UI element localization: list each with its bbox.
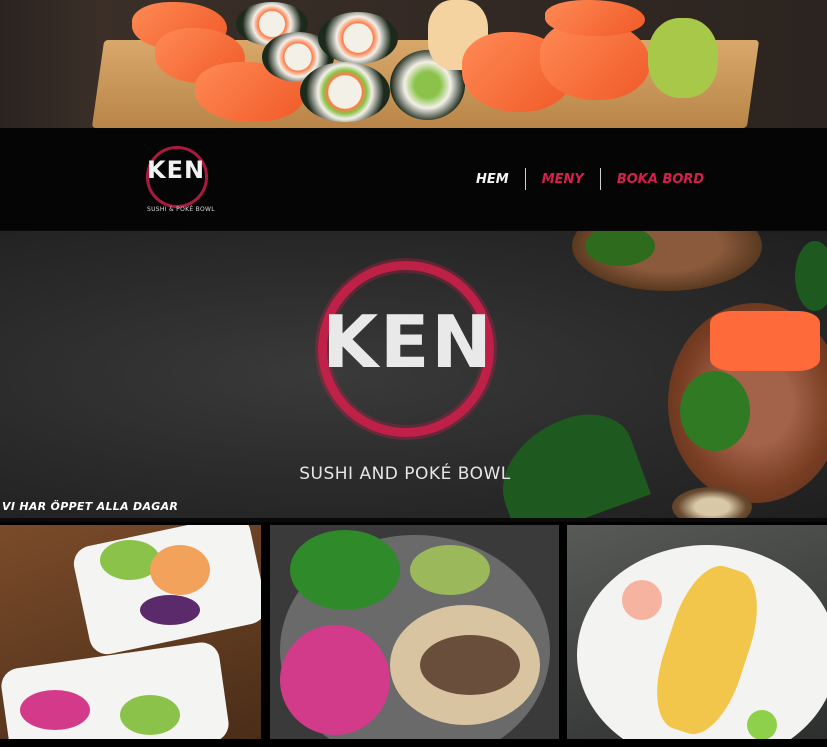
gallery-photo-poke-bowl: [270, 525, 559, 739]
logo-tagline: SUSHI & POKÉ BOWL: [147, 206, 215, 213]
sushi-banner-image: [0, 0, 827, 128]
gallery-photo-poke-boxes: [0, 525, 261, 739]
pickled-onion: [280, 625, 390, 735]
wasabi: [747, 710, 777, 739]
nav-item-boka-bord[interactable]: BOKA BORD: [601, 172, 720, 187]
maki-roll: [300, 62, 390, 122]
nav-item-hem[interactable]: HEM: [472, 172, 525, 187]
seaweed-salad: [290, 530, 400, 610]
salmon: [150, 545, 210, 595]
maki-roll: [318, 12, 398, 64]
hero-section: KEN SUSHI AND POKÉ BOWL: [0, 231, 827, 518]
red-cabbage: [140, 595, 200, 625]
ginger: [622, 580, 662, 620]
hero-logo-word: KEN: [322, 300, 494, 384]
sauce: [420, 635, 520, 695]
nigiri: [545, 0, 645, 36]
avocado: [410, 545, 490, 595]
nav-item-meny[interactable]: MENY: [526, 172, 600, 187]
wasabi: [648, 18, 718, 98]
seaweed-salad: [680, 371, 750, 451]
pickled-onion: [20, 690, 90, 730]
hero-subtitle: SUSHI AND POKÉ BOWL: [299, 464, 511, 484]
leaf-decoration: [795, 241, 827, 311]
gallery-photo-sushi-plate: [567, 525, 827, 739]
opening-notice: VI HAR ÖPPET ALLA DAGAR: [2, 500, 179, 513]
leaf-decoration: [485, 400, 651, 518]
site-logo[interactable]: KEN SUSHI & POKÉ BOWL: [140, 142, 215, 218]
salmon-slices: [710, 311, 820, 371]
logo-word: KEN: [147, 156, 206, 184]
main-nav: HEM MENY BOKA BORD: [472, 168, 720, 190]
edamame: [120, 695, 180, 735]
